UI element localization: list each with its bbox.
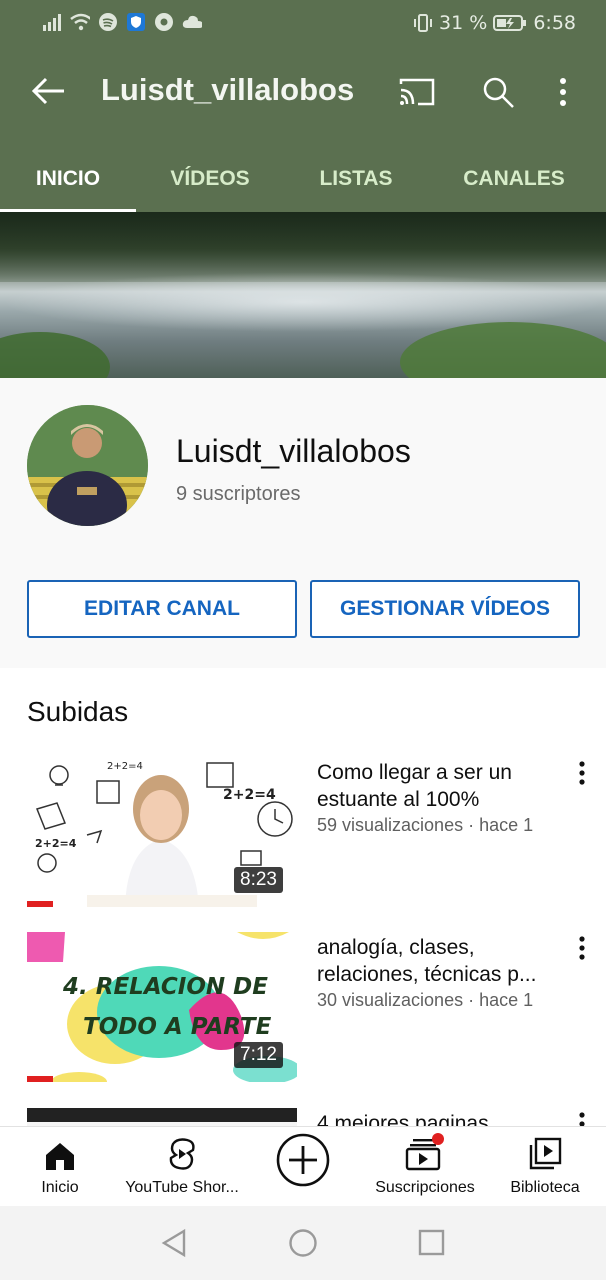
channel-name: Luisdt_villalobos xyxy=(176,433,411,469)
video-duration: 7:12 xyxy=(234,1042,283,1068)
video-meta: 30 visualizaciones · hace 1 xyxy=(317,990,534,1010)
thumbnail-text-line-1: 4. RELACION DE xyxy=(62,974,268,1000)
nav-label: Inicio xyxy=(41,1179,79,1196)
create-icon xyxy=(275,1127,331,1193)
clock: 6:58 xyxy=(533,12,576,34)
tab-listas[interactable]: LISTAS xyxy=(286,146,426,212)
shield-app-icon xyxy=(126,12,146,32)
svg-text:2+2=4: 2+2=4 xyxy=(223,787,276,803)
system-back-icon[interactable] xyxy=(160,1228,188,1263)
video-more-icon[interactable] xyxy=(570,759,594,789)
channel-tabs: INICIO VÍDEOS LISTAS CANALES xyxy=(0,146,606,212)
edit-channel-button[interactable]: EDITAR CANAL xyxy=(27,580,297,638)
app-bar: Luisdt_villalobos INICIO VÍDEOS LISTAS C… xyxy=(0,50,606,212)
avatar[interactable] xyxy=(27,405,148,526)
tab-videos[interactable]: VÍDEOS xyxy=(140,146,280,212)
video-item[interactable]: 2+2=4 2+2=4 2+2=4 8:23 Como llegar a ser… xyxy=(0,757,606,907)
subscriptions-icon xyxy=(405,1127,445,1171)
tab-canales[interactable]: CANALES xyxy=(440,146,588,212)
wifi-icon xyxy=(70,12,90,32)
channel-header: Luisdt_villalobos 9 suscriptores EDITAR … xyxy=(0,378,606,668)
video-thumbnail[interactable] xyxy=(27,1108,297,1126)
subscriber-count: 9 suscriptores xyxy=(176,483,301,505)
search-icon[interactable] xyxy=(482,76,516,113)
home-icon xyxy=(45,1127,75,1171)
spotify-icon xyxy=(98,12,118,32)
svg-text:2+2=4: 2+2=4 xyxy=(35,837,77,850)
video-item[interactable]: 4 mejores paginas xyxy=(0,1108,606,1126)
video-title[interactable]: Como llegar a ser un estuante al 100% xyxy=(317,759,565,813)
vibrate-icon xyxy=(413,13,433,33)
video-meta: 59 visualizaciones · hace 1 xyxy=(317,815,534,835)
status-bar: 31 % 6:58 xyxy=(0,0,606,50)
cast-icon[interactable] xyxy=(398,76,436,113)
page-title: Luisdt_villalobos xyxy=(101,72,355,107)
manage-videos-button[interactable]: GESTIONAR VÍDEOS xyxy=(310,580,580,638)
nav-subscriptions[interactable]: Suscripciones xyxy=(366,1127,484,1207)
video-title[interactable]: 4 mejores paginas xyxy=(317,1110,565,1126)
watch-progress-bar xyxy=(27,901,53,907)
nav-label: Biblioteca xyxy=(510,1179,580,1196)
library-icon xyxy=(528,1127,562,1171)
channel-banner xyxy=(0,212,606,378)
system-recents-icon[interactable] xyxy=(418,1229,446,1262)
nav-label: Suscripciones xyxy=(375,1179,475,1196)
tab-inicio[interactable]: INICIO xyxy=(0,146,136,212)
video-thumbnail[interactable]: 4. RELACION DE TODO A PARTE 7:12 xyxy=(27,932,297,1082)
nav-home[interactable]: Inicio xyxy=(20,1127,100,1207)
nav-library[interactable]: Biblioteca xyxy=(500,1127,590,1207)
video-thumbnail[interactable]: 2+2=4 2+2=4 2+2=4 8:23 xyxy=(27,757,297,907)
nav-label: YouTube Shor... xyxy=(125,1179,239,1196)
bottom-navigation: Inicio YouTube Shor... Suscripciones Bib… xyxy=(0,1126,606,1207)
video-duration: 8:23 xyxy=(234,867,283,893)
watch-progress-bar xyxy=(27,1076,53,1082)
battery-icon xyxy=(493,13,527,33)
shorts-icon xyxy=(167,1127,197,1171)
nav-create[interactable] xyxy=(270,1127,336,1207)
banner-foliage-left xyxy=(0,332,110,378)
system-home-icon[interactable] xyxy=(288,1228,318,1263)
chrome-icon xyxy=(154,12,174,32)
nav-shorts[interactable]: YouTube Shor... xyxy=(120,1127,244,1207)
cloud-icon xyxy=(182,12,202,32)
system-navigation-bar xyxy=(0,1206,606,1280)
back-arrow-icon[interactable] xyxy=(30,76,66,106)
more-options-icon[interactable] xyxy=(556,76,570,113)
thumbnail-text-line-2: TODO A PARTE xyxy=(83,1014,272,1040)
video-more-icon[interactable] xyxy=(570,934,594,964)
battery-percent: 31 % xyxy=(439,12,488,34)
uploads-heading: Subidas xyxy=(27,696,129,727)
video-more-icon[interactable] xyxy=(570,1110,594,1126)
video-item[interactable]: 4. RELACION DE TODO A PARTE 7:12 analogí… xyxy=(0,932,606,1082)
uploads-section: Subidas 2+2=4 2+2=4 2+2=4 8:23 Como lleg… xyxy=(0,668,606,1126)
signal-icon xyxy=(42,12,62,32)
video-title[interactable]: analogía, clases, relaciones, técnicas p… xyxy=(317,934,565,988)
svg-text:2+2=4: 2+2=4 xyxy=(107,761,143,772)
